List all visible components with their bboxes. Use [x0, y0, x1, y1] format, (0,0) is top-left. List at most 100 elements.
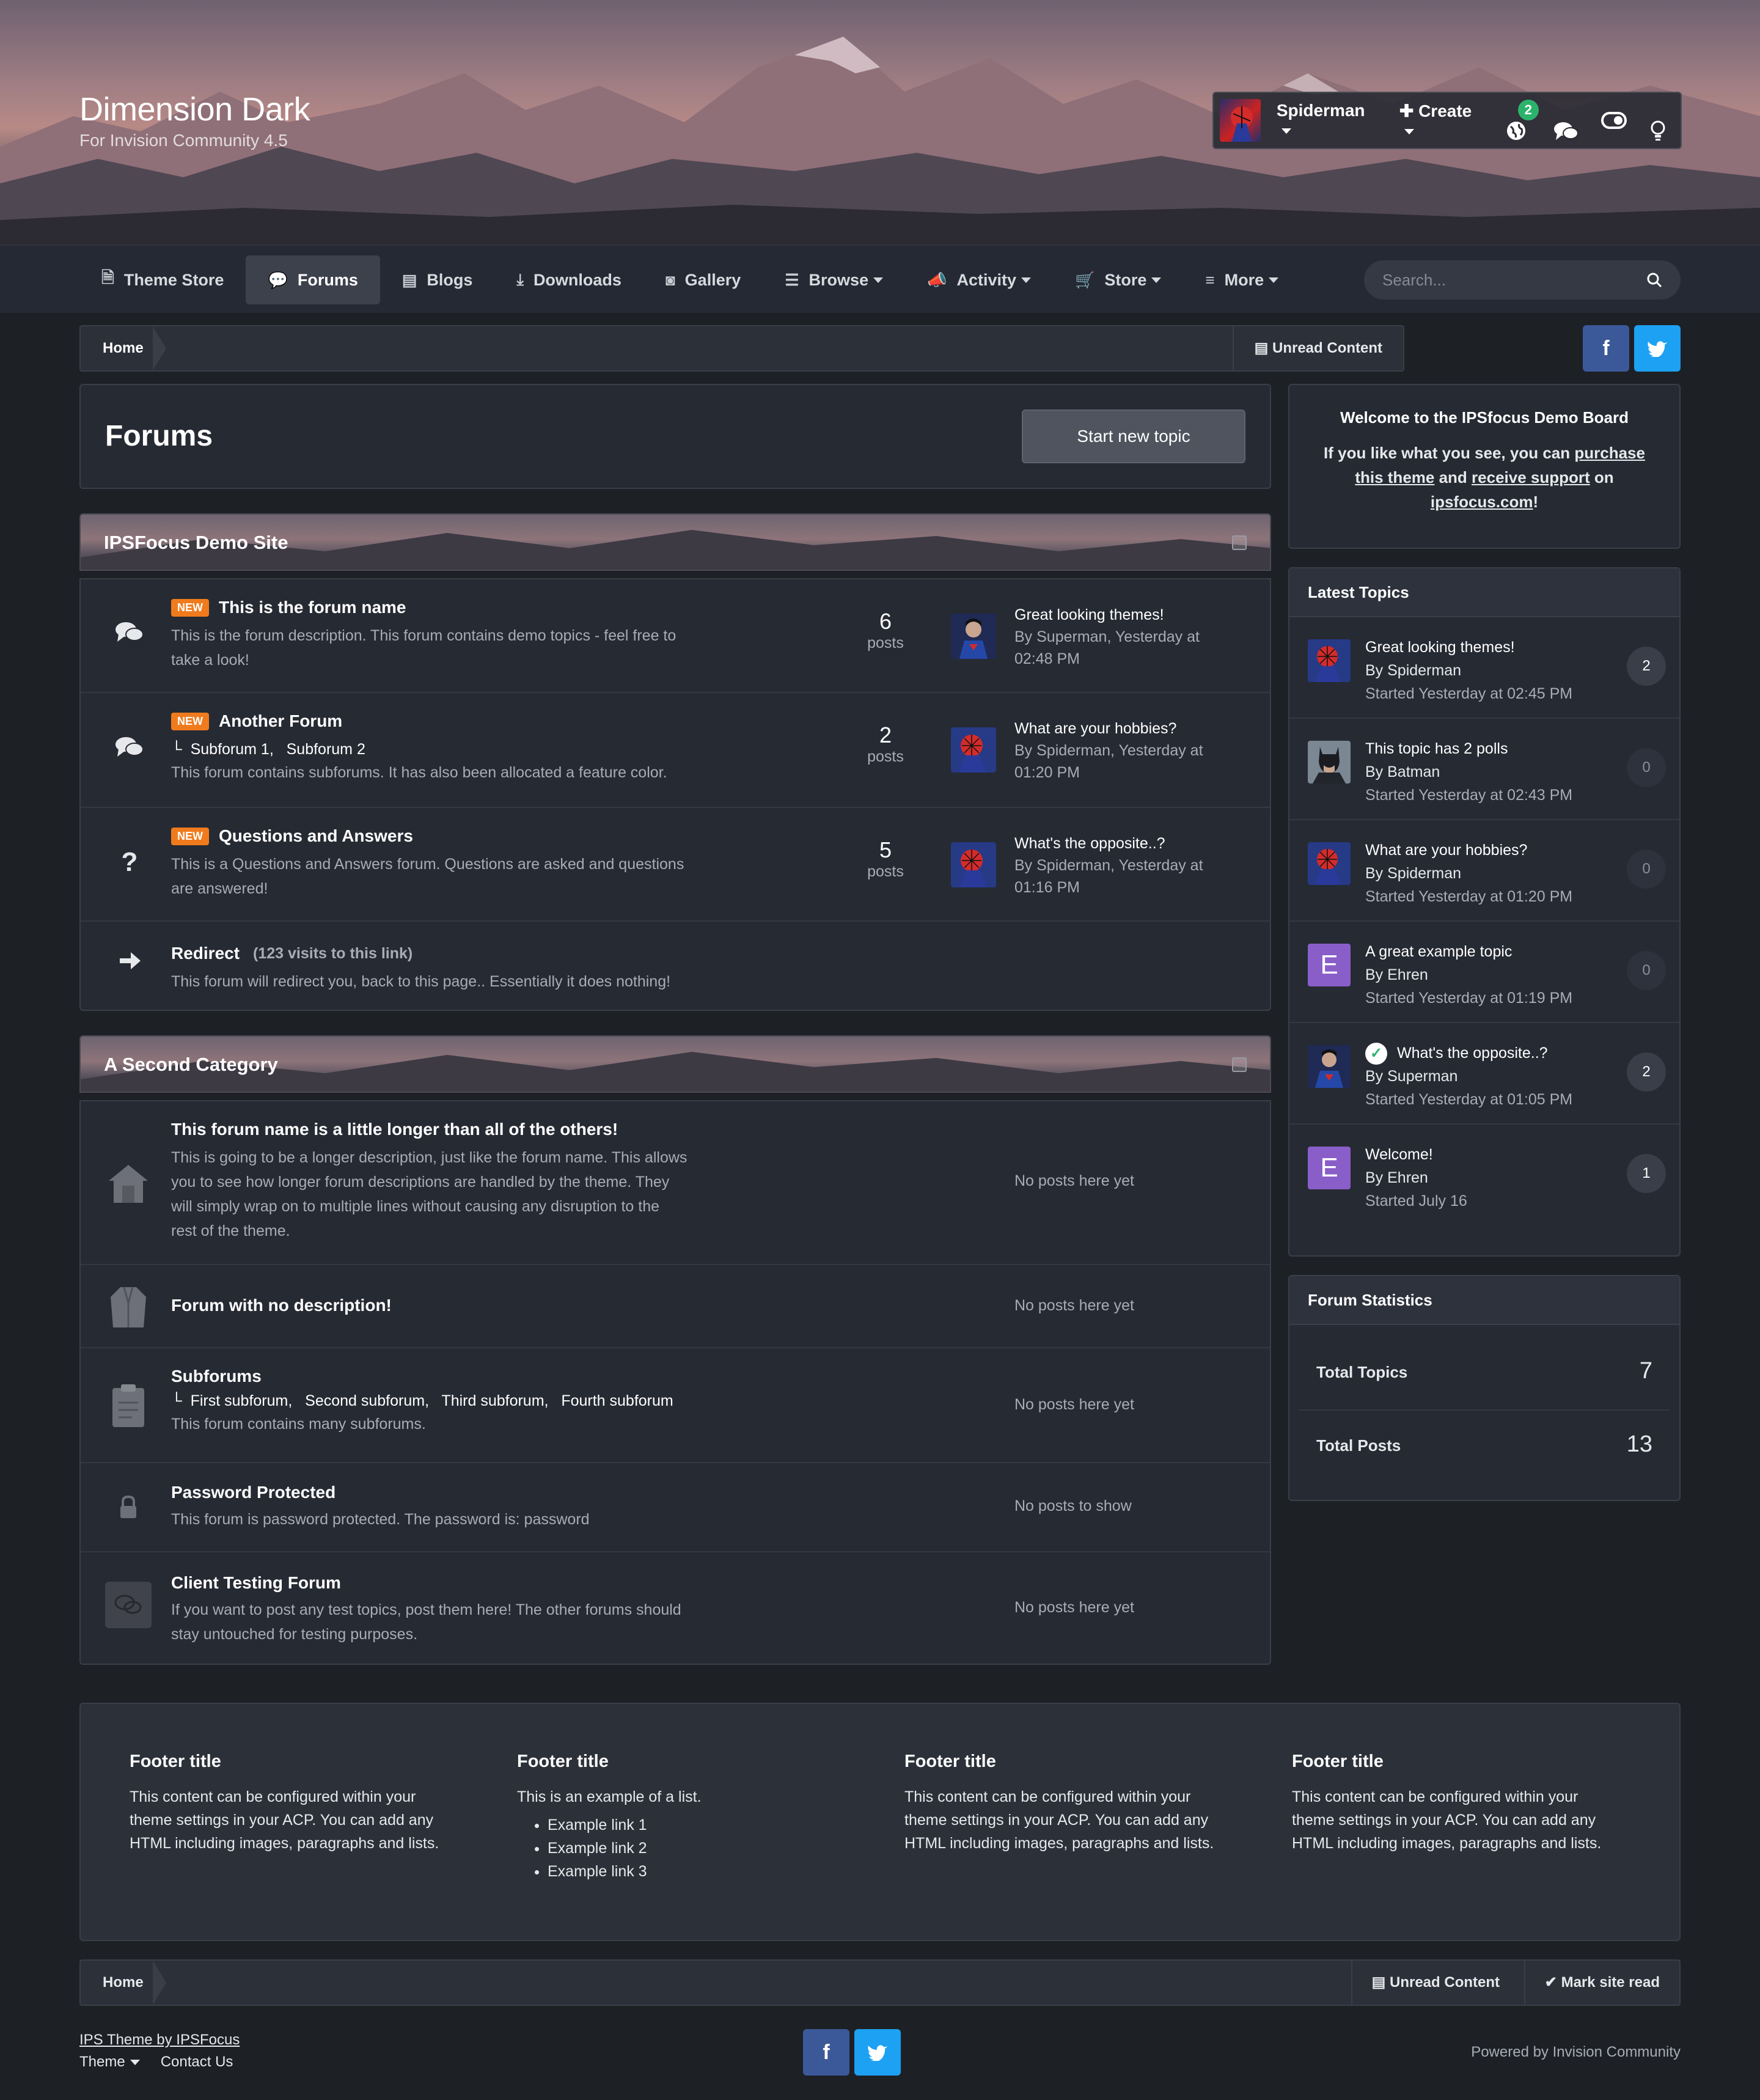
powered-by[interactable]: Powered by Invision Community — [1471, 2044, 1681, 2061]
this-theme-link[interactable]: this theme — [1355, 468, 1434, 486]
search-input[interactable]: Search... — [1364, 260, 1681, 299]
superman-avatar[interactable] — [1308, 1045, 1351, 1088]
nav-theme-store[interactable]: 🗎 Theme Store — [79, 255, 246, 304]
spiderman-avatar[interactable] — [951, 727, 996, 773]
category-header[interactable]: IPSFocus Demo Site — [79, 513, 1271, 571]
forum-name[interactable]: This is the forum name — [219, 598, 406, 617]
forum-name[interactable]: Another Forum — [219, 711, 342, 731]
topic-item[interactable]: This topic has 2 polls By Batman Started Y… — [1289, 719, 1679, 820]
topic-title[interactable]: What are your hobbies? — [1365, 839, 1572, 862]
nav-store[interactable]: 🛒 Store — [1053, 255, 1183, 304]
forum-row[interactable]: Client Testing Forum If you want to post… — [81, 1552, 1270, 1664]
megaphone-icon: 📣 — [927, 270, 947, 289]
facebook-button[interactable]: f — [803, 2029, 849, 2076]
forum-title[interactable]: NEW Another Forum — [171, 711, 342, 731]
unread-label: Unread Content — [1272, 340, 1382, 356]
forum-title[interactable]: Password Protected — [171, 1483, 336, 1502]
desc-line: are answered! — [171, 880, 268, 897]
collapse-icon[interactable] — [1232, 1057, 1247, 1072]
category-title[interactable]: A Second Category — [104, 1054, 278, 1076]
nav-blogs[interactable]: ▤ Blogs — [380, 255, 495, 304]
theme-credit[interactable]: IPS Theme by IPSFocus — [79, 2029, 240, 2051]
site-brand[interactable]: Dimension Dark For Invision Community 4.… — [79, 90, 310, 150]
topic-title[interactable]: Welcome! — [1365, 1143, 1467, 1166]
site-title[interactable]: Dimension Dark — [79, 90, 310, 128]
theme-toggle[interactable] — [1601, 112, 1627, 129]
topic-item[interactable]: ✓ What's the opposite..? By Superman Starte… — [1289, 1023, 1679, 1125]
topic-title[interactable]: Great looking themes! — [1365, 636, 1572, 659]
mark-site-read-link[interactable]: ✔ Mark site read — [1524, 1961, 1679, 2005]
topic-title[interactable]: What's the opposite..? — [1397, 1044, 1548, 1062]
last-post-title[interactable]: Great looking themes! — [1014, 604, 1200, 626]
footer-link[interactable]: Example link 2 — [548, 1837, 859, 1860]
category-title[interactable]: IPSFocus Demo Site — [104, 532, 288, 554]
forum-title[interactable]: Subforums — [171, 1367, 262, 1386]
nav-downloads[interactable]: ⤓ Downloads — [494, 255, 644, 304]
forum-row[interactable]: ? NEW Questions and Answers This is a Que… — [81, 808, 1270, 922]
desc-line: you to see how longer forum descriptions… — [171, 1173, 670, 1191]
forum-row[interactable]: Subforums └ First subforum, Second subfo… — [81, 1348, 1270, 1463]
spiderman-avatar[interactable] — [1308, 639, 1351, 682]
nav-more[interactable]: ≡ More — [1183, 255, 1300, 304]
credit-link[interactable]: IPS Theme by IPSFocus — [79, 2032, 240, 2048]
forum-name[interactable]: Redirect — [171, 944, 240, 963]
forum-row[interactable]: NEW Another Forum └ Subforum 1, Subforum … — [81, 693, 1270, 808]
topic-item[interactable]: E A great example topic By Ehren Started Y… — [1289, 922, 1679, 1023]
superman-avatar[interactable] — [951, 614, 996, 659]
forum-title[interactable]: Redirect (123 visits to this link) — [171, 944, 413, 963]
footer-link[interactable]: Example link 3 — [548, 1860, 859, 1883]
forum-row[interactable]: Password Protected This forum is passwor… — [81, 1463, 1270, 1552]
nav-label: Forums — [297, 270, 358, 289]
user-menu[interactable]: Spiderman — [1277, 101, 1375, 140]
letter-avatar[interactable]: E — [1308, 944, 1351, 986]
nav-activity[interactable]: 📣 Activity — [905, 255, 1053, 304]
topic-item[interactable]: What are your hobbies? By Spiderman Starte… — [1289, 820, 1679, 922]
facebook-button[interactable]: f — [1583, 325, 1629, 372]
forum-row[interactable]: Redirect (123 visits to this link) This f… — [81, 922, 1270, 1010]
topic-title[interactable]: A great example topic — [1365, 940, 1572, 963]
twitter-button[interactable] — [1634, 325, 1681, 372]
forum-title[interactable]: Client Testing Forum — [171, 1573, 341, 1593]
ipsfocus-link[interactable]: ipsfocus.com — [1431, 493, 1533, 511]
forum-row[interactable]: NEW This is the forum name This is the fo… — [81, 579, 1270, 693]
subforum-links[interactable]: └ First subforum, Second subforum, Third… — [171, 1392, 673, 1410]
forum-title[interactable]: NEW This is the forum name — [171, 598, 406, 617]
topic-item[interactable]: E Welcome! By Ehren Started July 16 1 — [1289, 1125, 1679, 1226]
spiderman-avatar[interactable] — [1308, 842, 1351, 885]
topic-item[interactable]: Great looking themes! By Spiderman Started… — [1289, 617, 1679, 719]
receive-support-link[interactable]: receive support — [1472, 468, 1590, 486]
twitter-button[interactable] — [854, 2029, 901, 2076]
forum-row[interactable]: This forum name is a little longer than … — [81, 1101, 1270, 1265]
forum-name[interactable]: Questions and Answers — [219, 826, 413, 846]
forum-title[interactable]: This forum name is a little longer than … — [171, 1120, 618, 1139]
purchase-link[interactable]: purchase — [1574, 444, 1645, 462]
create-menu[interactable]: ✚ Create — [1399, 101, 1483, 141]
forum-title[interactable]: NEW Questions and Answers — [171, 826, 413, 846]
last-post-title[interactable]: What are your hobbies? — [1014, 718, 1203, 740]
user-avatar[interactable] — [1220, 99, 1261, 142]
footer-link[interactable]: Example link 1 — [548, 1813, 859, 1837]
forum-title[interactable]: Forum with no description! — [171, 1296, 392, 1315]
search-icon[interactable] — [1646, 272, 1662, 288]
reply-count: 1 — [1627, 1154, 1666, 1193]
theme-selector[interactable]: Theme — [79, 2054, 140, 2070]
spiderman-avatar[interactable] — [951, 842, 996, 887]
unread-content-link[interactable]: ▤ Unread Content — [1351, 1961, 1519, 2005]
forum-row[interactable]: Forum with no description! No posts here… — [81, 1265, 1270, 1348]
forum-list: NEW This is the forum name This is the fo… — [79, 578, 1271, 1011]
batman-avatar[interactable] — [1308, 741, 1351, 784]
collapse-icon[interactable] — [1232, 535, 1247, 550]
letter-avatar[interactable]: E — [1308, 1147, 1351, 1189]
nav-browse[interactable]: ☰ Browse — [763, 255, 905, 304]
topic-title-row[interactable]: ✓ What's the opposite..? — [1365, 1041, 1572, 1065]
last-post-title[interactable]: What's the opposite..? — [1014, 832, 1203, 854]
unread-content-link[interactable]: ▤ Unread Content — [1232, 326, 1403, 370]
topic-title[interactable]: This topic has 2 polls — [1365, 737, 1572, 760]
house-icon — [103, 1158, 154, 1209]
nav-gallery[interactable]: ◙ Gallery — [644, 255, 763, 304]
nav-forums[interactable]: 💬 Forums — [246, 255, 380, 304]
category-header[interactable]: A Second Category — [79, 1035, 1271, 1093]
contact-us-link[interactable]: Contact Us — [161, 2054, 233, 2070]
start-new-topic-button[interactable]: Start new topic — [1022, 409, 1245, 463]
subforum-links[interactable]: └ Subforum 1, Subforum 2 — [171, 741, 365, 758]
